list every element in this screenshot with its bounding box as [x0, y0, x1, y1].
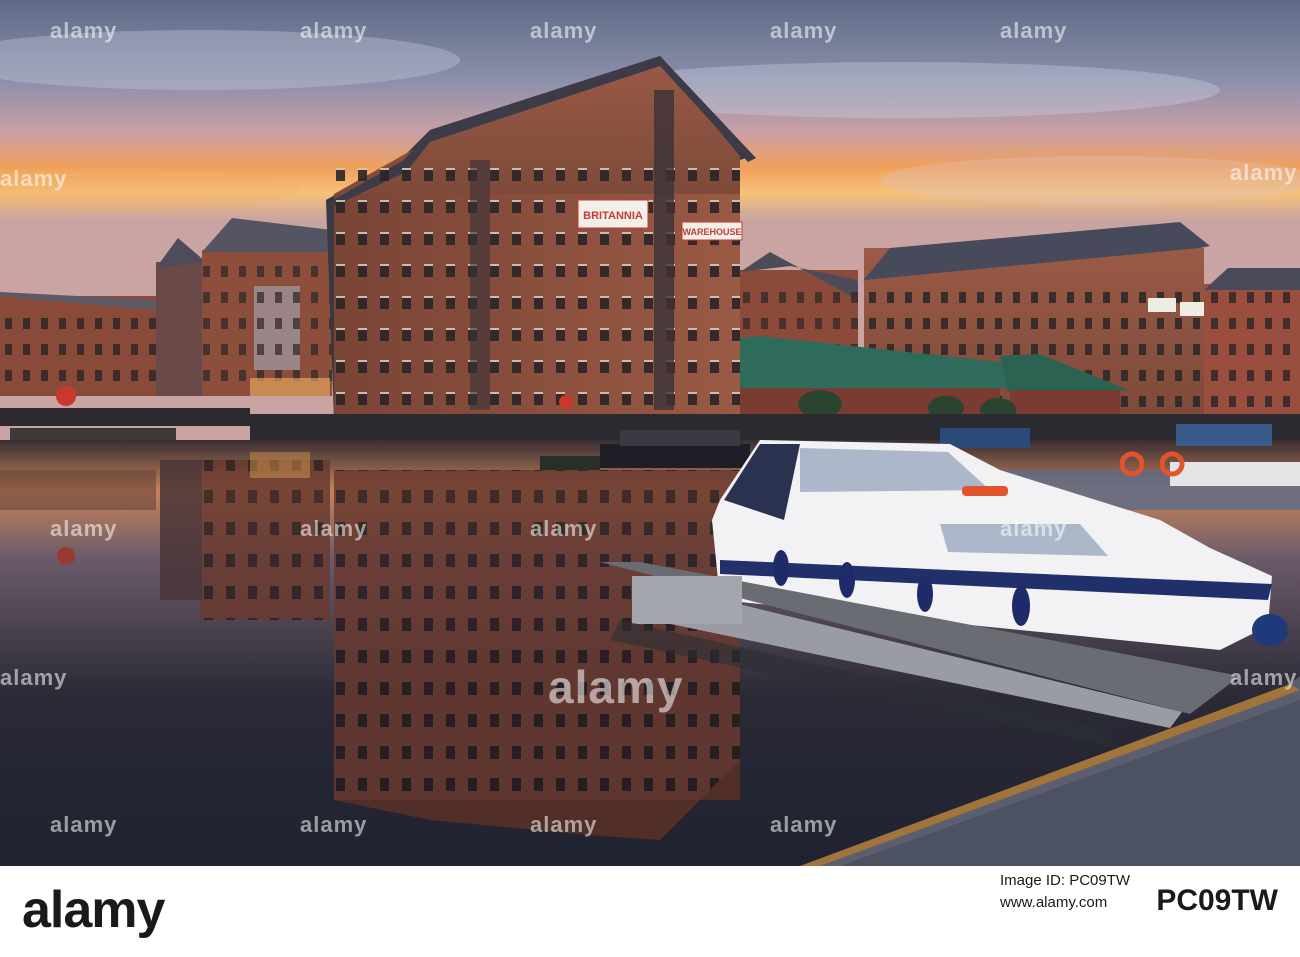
image-code: PC09TW — [1156, 884, 1278, 917]
lifebuoy-center — [559, 395, 573, 409]
left-quay — [0, 408, 250, 426]
site-url: www.alamy.com — [1000, 894, 1108, 911]
photo-scene: BRITANNIA WAREHOUSE Iona alamy alamy ala… — [0, 0, 1300, 866]
stock-footer: alamy Image ID: PC09TW www.alamy.com PC0… — [0, 866, 1300, 957]
boat-name-label: Iona — [1176, 583, 1201, 597]
britannia-sign: BRITANNIA — [583, 210, 643, 222]
image-id-label: Image ID: PC09TW — [1000, 872, 1131, 889]
alamy-logo: alamy — [22, 881, 165, 939]
harbour-photo: BRITANNIA WAREHOUSE Iona — [0, 0, 1300, 866]
warehouse-sign: WAREHOUSE — [682, 227, 741, 237]
lifebuoy-left — [56, 386, 76, 406]
